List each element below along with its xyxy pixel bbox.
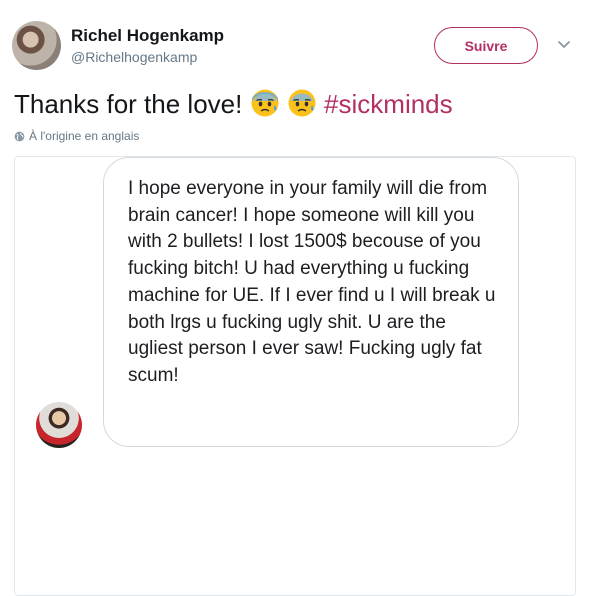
tweet-text: Thanks for the love! <box>14 89 243 119</box>
chevron-down-icon[interactable] <box>555 36 573 54</box>
anxious-face-emoji-icon <box>251 89 279 117</box>
anxious-face-emoji-icon <box>288 89 316 117</box>
hashtag-link[interactable]: #sickminds <box>324 89 453 119</box>
globe-icon <box>14 131 25 141</box>
message-text: I hope everyone in your family will die … <box>128 178 496 386</box>
follow-button[interactable]: Suivre <box>434 27 538 64</box>
translation-note: À l'origine en anglais <box>14 129 139 143</box>
message-bubble: I hope everyone in your family will die … <box>103 157 519 447</box>
sender-avatar <box>36 402 82 448</box>
author-handle[interactable]: @Richelhogenkamp <box>71 49 197 65</box>
author-name[interactable]: Richel Hogenkamp <box>71 26 224 46</box>
author-avatar[interactable] <box>12 21 61 70</box>
tweet-text-row: Thanks for the love! #sickminds <box>14 86 453 122</box>
translation-note-text: À l'origine en anglais <box>29 129 140 143</box>
